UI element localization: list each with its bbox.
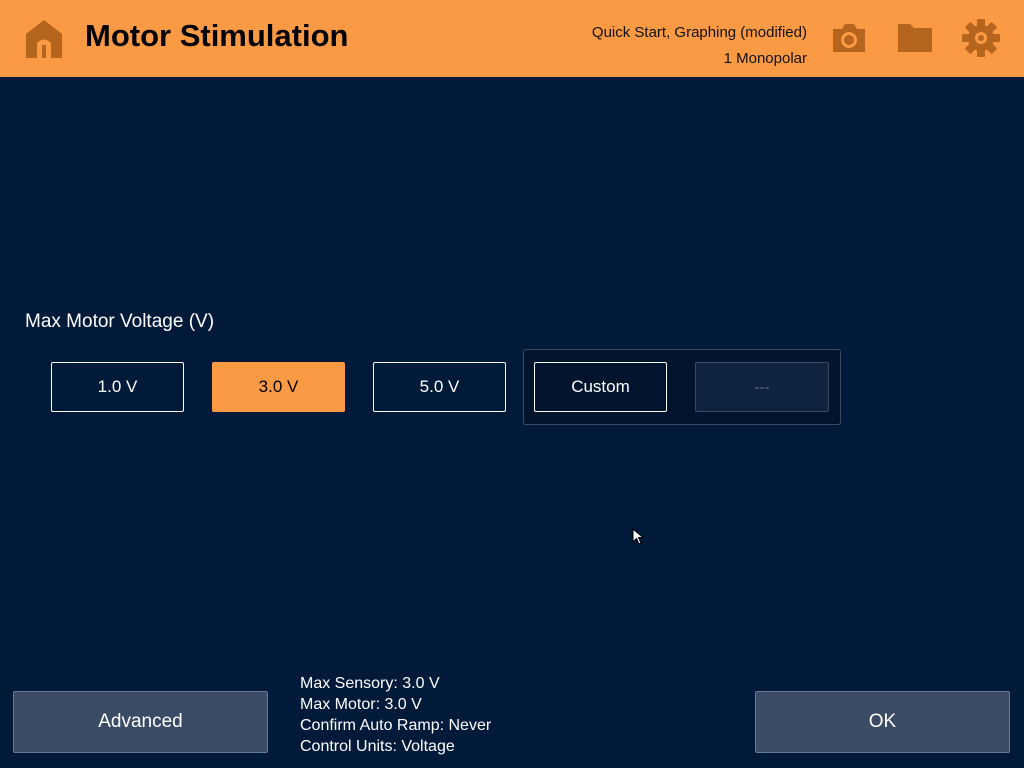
mouse-cursor-icon bbox=[632, 528, 645, 545]
summary-confirm-auto-ramp: Confirm Auto Ramp: Never bbox=[300, 717, 492, 734]
summary-max-motor: Max Motor: 3.0 V bbox=[300, 696, 422, 713]
voltage-option-5v-button[interactable]: 5.0 V bbox=[373, 362, 506, 412]
preset-name: Quick Start, Graphing (modified) bbox=[591, 24, 807, 41]
camera-icon[interactable] bbox=[829, 18, 869, 58]
folder-icon[interactable] bbox=[895, 18, 935, 58]
header-bar: Motor Stimulation Quick Start, Graphing … bbox=[0, 0, 1024, 77]
custom-voltage-value: --- bbox=[695, 362, 829, 412]
advanced-button[interactable]: Advanced bbox=[13, 691, 268, 753]
preset-info: Quick Start, Graphing (modified) 1 Monop… bbox=[592, 20, 807, 72]
ok-button[interactable]: OK bbox=[755, 691, 1010, 753]
summary-control-units: Control Units: Voltage bbox=[300, 738, 455, 755]
voltage-option-3v-button[interactable]: 3.0 V bbox=[212, 362, 345, 412]
voltage-option-1v-button[interactable]: 1.0 V bbox=[51, 362, 184, 412]
settings-summary: Max Sensory: 3.0 V Max Motor: 3.0 V Conf… bbox=[300, 673, 491, 757]
summary-max-sensory: Max Sensory: 3.0 V bbox=[300, 675, 440, 692]
page-title: Motor Stimulation bbox=[85, 18, 349, 53]
max-motor-voltage-label: Max Motor Voltage (V) bbox=[25, 311, 215, 332]
gear-icon[interactable] bbox=[961, 18, 1001, 58]
custom-voltage-button[interactable]: Custom bbox=[534, 362, 667, 412]
preset-electrode: 1 Monopolar bbox=[723, 50, 807, 67]
home-icon[interactable] bbox=[25, 19, 63, 59]
